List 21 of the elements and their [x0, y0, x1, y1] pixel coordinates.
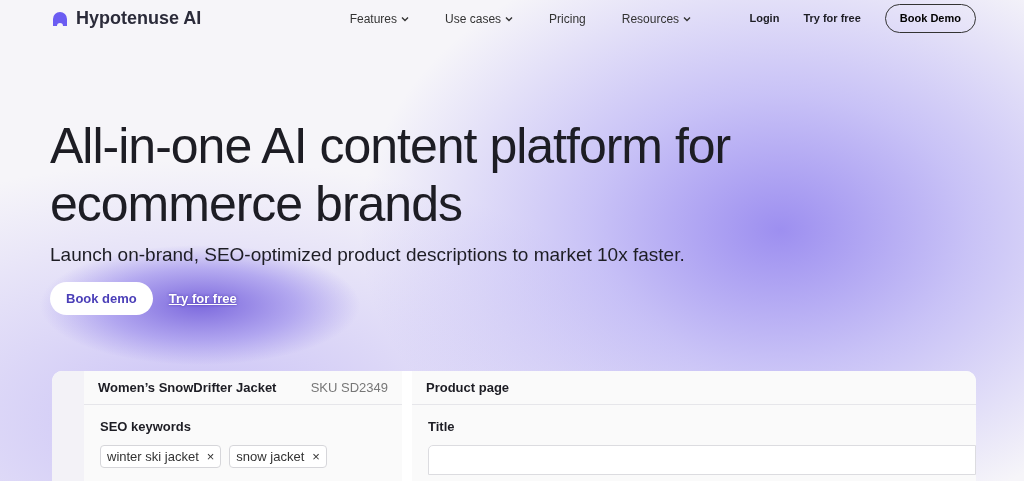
remove-icon[interactable]: ×	[206, 446, 215, 466]
logo-icon	[52, 11, 68, 26]
panel-title: Product page	[426, 378, 510, 397]
login-link[interactable]: Login	[749, 10, 780, 27]
brand-name[interactable]: Hypotenuse AI	[76, 5, 202, 32]
hero-subtitle: Launch on-brand, SEO-optimized product descriptions to market 10x faster.	[50, 243, 686, 267]
nav-link[interactable]: Use cases	[445, 9, 514, 28]
title-input-field[interactable]	[428, 444, 976, 475]
field-label: SEO keywords	[100, 418, 193, 436]
nav-link[interactable]: Pricing	[549, 9, 586, 28]
keyword-tag: snow jacket ×	[229, 444, 327, 468]
book-demo-button[interactable]: Book demo	[50, 281, 153, 315]
remove-icon[interactable]: ×	[312, 446, 320, 466]
keyword-tag: winter ski jacket ×	[100, 444, 222, 468]
sku-label: SKU SD2349	[310, 378, 388, 397]
try-link[interactable]: Try for free	[803, 10, 861, 27]
nav-link[interactable]: Features	[349, 9, 410, 28]
hero-heading: All-in-one AI content platform for ecommerce brands	[50, 117, 732, 233]
product-name: Women’s SnowDrifter Jacket	[98, 378, 277, 397]
field-label: Title	[428, 418, 456, 436]
nav-link[interactable]: Resources	[621, 9, 692, 28]
